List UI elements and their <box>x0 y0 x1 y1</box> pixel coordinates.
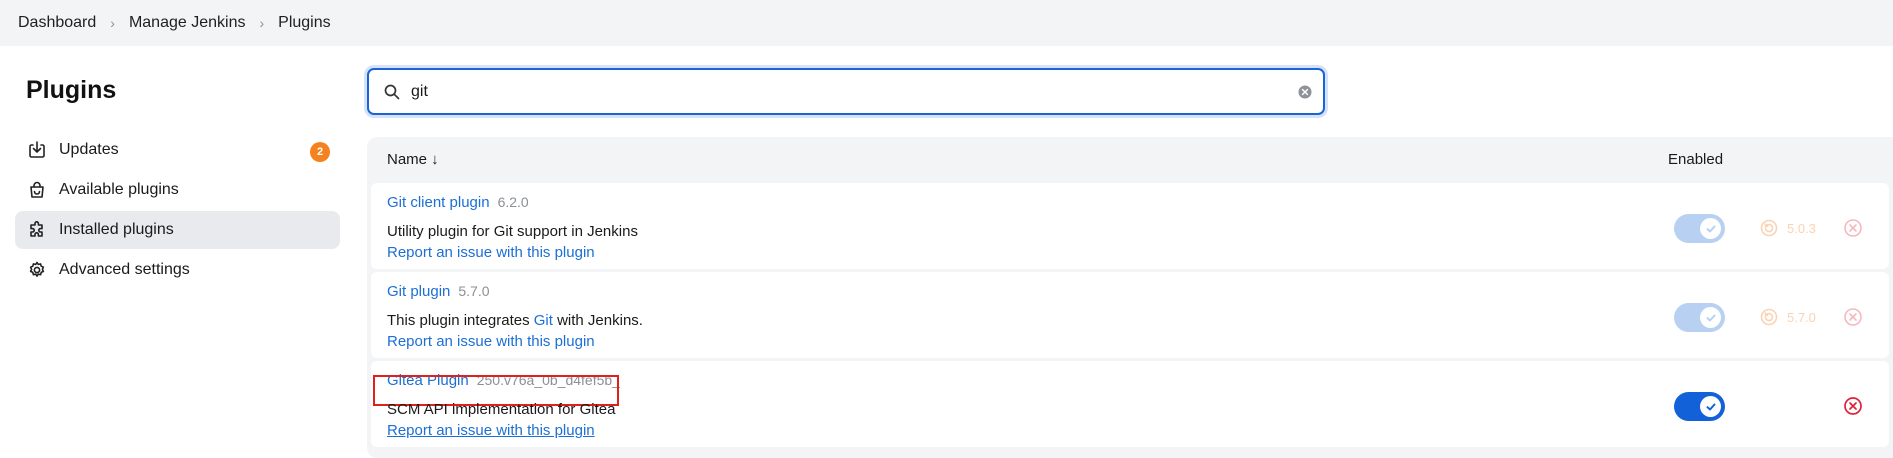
check-icon <box>1700 218 1721 239</box>
column-header-enabled: Enabled <box>1668 151 1724 168</box>
report-issue-link[interactable]: Report an issue with this plugin <box>387 333 595 350</box>
enabled-toggle[interactable] <box>1674 392 1725 421</box>
history-icon <box>1759 307 1779 327</box>
check-icon <box>1700 307 1721 328</box>
uninstall-icon[interactable] <box>1843 396 1863 416</box>
git-link[interactable]: Git <box>534 312 553 329</box>
check-icon <box>1700 396 1721 417</box>
plugin-description: Utility plugin for Git support in Jenkin… <box>387 223 638 240</box>
report-issue-link[interactable]: Report an issue with this plugin <box>387 422 595 439</box>
search-input[interactable] <box>411 82 1297 101</box>
uninstall-icon[interactable] <box>1843 218 1863 238</box>
chevron-right-icon: › <box>259 15 265 31</box>
downgrade-button[interactable]: 5.0.3 <box>1759 218 1816 238</box>
sidebar-item-label: Installed plugins <box>59 221 174 238</box>
description-text: This plugin integrates <box>387 312 534 329</box>
plugin-name[interactable]: Git plugin <box>387 283 450 300</box>
plugin-version: 6.2.0 <box>497 194 529 210</box>
sidebar-item-label: Advanced settings <box>59 261 190 278</box>
puzzle-icon <box>27 220 47 240</box>
table-row: Git client plugin 6.2.0 Utility plugin fo… <box>371 183 1889 269</box>
clear-search-icon[interactable] <box>1297 84 1313 100</box>
description-text: with Jenkins. <box>552 312 643 329</box>
sidebar: Updates 2 Available plugins Installed pl… <box>15 131 340 291</box>
installed-plugins-table: Name ↓ Enabled Git client plugin 6.2.0 Ut… <box>367 137 1893 458</box>
downgrade-version: 5.7.0 <box>1787 309 1816 325</box>
plugin-name[interactable]: Git client plugin <box>387 194 490 211</box>
page-title: Plugins <box>26 76 117 104</box>
plugin-description: This plugin integrates Git with Jenkins. <box>387 312 643 329</box>
plugin-description: SCM API implementation for Gitea <box>387 401 616 418</box>
sidebar-item-available-plugins[interactable]: Available plugins <box>15 171 340 209</box>
sidebar-item-installed-plugins[interactable]: Installed plugins <box>15 211 340 249</box>
breadcrumb-dashboard[interactable]: Dashboard <box>18 14 96 32</box>
shopping-bag-icon <box>27 180 47 200</box>
sidebar-item-label: Updates <box>59 141 119 158</box>
report-issue-link[interactable]: Report an issue with this plugin <box>387 244 595 261</box>
enabled-toggle[interactable] <box>1674 214 1725 243</box>
sidebar-item-updates[interactable]: Updates 2 <box>15 131 340 169</box>
breadcrumb-manage-jenkins[interactable]: Manage Jenkins <box>129 14 246 32</box>
table-row: Gitea Plugin 250.v76a_0b_d4fef5b_ SCM API… <box>371 361 1889 447</box>
gear-icon <box>27 260 47 280</box>
plugin-search-box <box>367 68 1325 115</box>
downgrade-version: 5.0.3 <box>1787 220 1816 236</box>
column-header-name[interactable]: Name ↓ <box>387 151 439 168</box>
plugin-name-link[interactable]: Git plugin 5.7.0 <box>387 283 490 300</box>
history-icon <box>1759 218 1779 238</box>
plugin-version: 5.7.0 <box>458 283 490 299</box>
updates-count-badge: 2 <box>310 142 330 162</box>
table-row: Git plugin 5.7.0 This plugin integrates G… <box>371 272 1889 358</box>
breadcrumb-plugins[interactable]: Plugins <box>278 14 330 32</box>
plugin-name-link[interactable]: Git client plugin 6.2.0 <box>387 194 529 211</box>
enabled-toggle[interactable] <box>1674 303 1725 332</box>
sidebar-item-advanced-settings[interactable]: Advanced settings <box>15 251 340 289</box>
chevron-right-icon: › <box>110 15 115 31</box>
download-icon <box>27 140 47 160</box>
breadcrumb: Dashboard › Manage Jenkins › Plugins <box>0 0 1893 46</box>
downgrade-button[interactable]: 5.7.0 <box>1759 307 1816 327</box>
plugin-name-link[interactable]: Gitea Plugin 250.v76a_0b_d4fef5b_ <box>373 372 620 406</box>
search-icon <box>383 83 401 101</box>
uninstall-icon[interactable] <box>1843 307 1863 327</box>
sidebar-item-label: Available plugins <box>59 181 179 198</box>
